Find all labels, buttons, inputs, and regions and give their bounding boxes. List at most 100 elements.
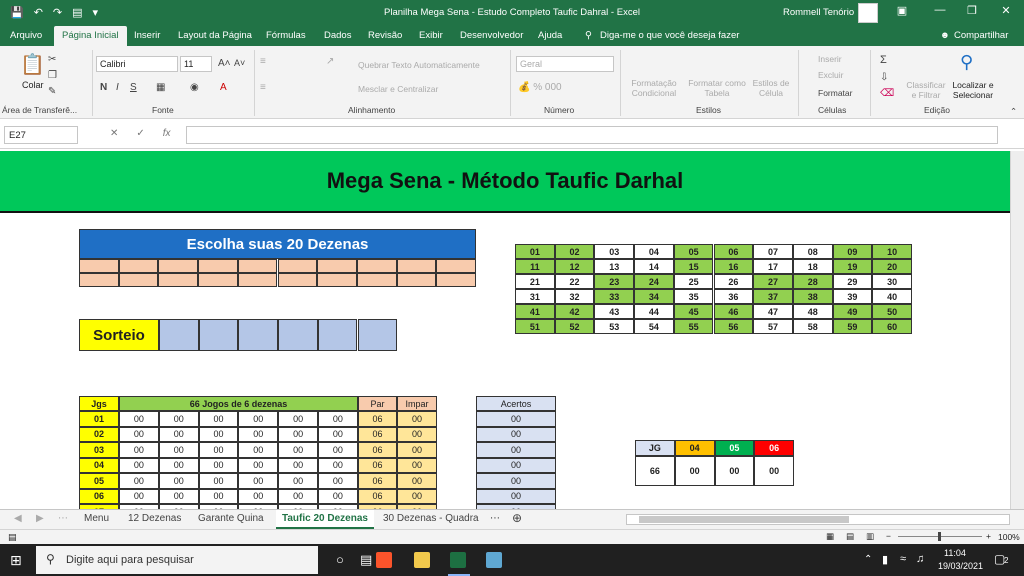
number-grid-cell[interactable]: 03 (594, 244, 635, 259)
game-dezena-cell[interactable]: 00 (119, 457, 159, 473)
taskbar-search[interactable]: ⚲ Digite aqui para pesquisar (36, 546, 318, 574)
zoom-in-button[interactable]: + (986, 531, 991, 541)
number-grid-cell[interactable]: 12 (554, 259, 595, 274)
number-grid-cell[interactable]: 40 (872, 289, 912, 304)
macro-record-icon[interactable]: ▤ (8, 532, 17, 543)
format-cells-button[interactable]: Formatar (818, 88, 852, 98)
number-grid-cell[interactable]: 48 (792, 304, 833, 319)
number-grid-cell[interactable]: 51 (515, 319, 555, 334)
number-grid-cell[interactable]: 59 (832, 319, 873, 334)
number-grid-cell[interactable]: 11 (515, 259, 555, 274)
number-grid-cell[interactable]: 45 (673, 304, 714, 319)
game-dezena-cell[interactable]: 00 (119, 488, 159, 504)
fx-icon[interactable]: fx (163, 128, 171, 139)
draw-cell[interactable] (198, 319, 239, 351)
game-dezena-cell[interactable]: 00 (318, 457, 358, 473)
pick-cell[interactable] (79, 273, 119, 287)
pick-cell[interactable] (198, 259, 238, 273)
pick-cell[interactable] (356, 259, 397, 273)
task-view-icon[interactable]: ▤ (360, 552, 372, 568)
battery-icon[interactable]: ▮ (882, 553, 888, 566)
tab-dados[interactable]: Dados (324, 30, 351, 41)
number-grid-cell[interactable]: 05 (673, 244, 714, 259)
sheet-tab-more-icon[interactable]: ⋯ (490, 513, 500, 524)
cut-icon[interactable]: ✂ (48, 54, 56, 65)
game-par-cell[interactable]: 06 (358, 442, 397, 458)
summary-value-cell[interactable]: 00 (754, 456, 794, 486)
number-grid-cell[interactable]: 57 (753, 319, 793, 334)
number-grid-cell[interactable]: 42 (554, 304, 595, 319)
zoom-level[interactable]: 100% (998, 532, 1020, 542)
number-grid-cell[interactable]: 13 (594, 259, 635, 274)
game-dezena-cell[interactable]: 00 (278, 473, 318, 489)
tab-exibir[interactable]: Exibir (419, 30, 443, 41)
game-dezena-cell[interactable]: 00 (238, 442, 279, 458)
align-top-icon[interactable]: ≡ (260, 56, 266, 67)
game-impar-cell[interactable]: 00 (397, 442, 437, 458)
number-grid-cell[interactable]: 58 (792, 319, 833, 334)
game-impar-cell[interactable]: 00 (397, 411, 437, 427)
game-dezena-cell[interactable]: 00 (238, 473, 279, 489)
wrap-text-button[interactable]: Quebrar Texto Automaticamente (358, 60, 480, 70)
game-acertos-cell[interactable]: 00 (476, 473, 556, 489)
horizontal-scroll-thumb[interactable] (639, 516, 849, 523)
number-grid-cell[interactable]: 28 (792, 274, 833, 289)
game-par-cell[interactable]: 06 (358, 473, 397, 489)
pick-cell[interactable] (79, 259, 119, 273)
number-grid-cell[interactable]: 41 (515, 304, 555, 319)
pick-cell[interactable] (277, 273, 318, 287)
game-acertos-cell[interactable]: 00 (476, 411, 556, 427)
game-dezena-cell[interactable]: 00 (238, 426, 279, 442)
number-grid-cell[interactable]: 37 (753, 289, 793, 304)
game-dezena-cell[interactable]: 00 (158, 411, 199, 427)
game-impar-cell[interactable]: 00 (397, 426, 437, 442)
paint-icon[interactable] (486, 552, 502, 568)
game-dezena-cell[interactable]: 00 (198, 473, 239, 489)
game-acertos-cell[interactable]: 00 (476, 426, 556, 442)
number-grid-cell[interactable]: 39 (832, 289, 873, 304)
game-number-cell[interactable]: 02 (79, 426, 119, 442)
font-size-select[interactable]: 11 (180, 56, 212, 72)
zoom-slider[interactable] (898, 532, 982, 541)
summary-header-cell[interactable]: 06 (754, 440, 794, 456)
page-layout-icon[interactable]: ▤ (846, 531, 854, 542)
number-grid-cell[interactable]: 01 (515, 244, 555, 259)
game-dezena-cell[interactable]: 00 (318, 488, 358, 504)
number-grid-cell[interactable]: 17 (753, 259, 793, 274)
game-dezena-cell[interactable]: 00 (158, 442, 199, 458)
game-dezena-cell[interactable]: 00 (198, 457, 239, 473)
summary-header-cell[interactable]: JG (635, 440, 675, 456)
tab-arquivo[interactable]: Arquivo (10, 30, 42, 41)
tab-formulas[interactable]: Fórmulas (266, 30, 306, 41)
number-grid-cell[interactable]: 60 (872, 319, 912, 334)
number-grid-cell[interactable]: 46 (713, 304, 754, 319)
summary-header-cell[interactable]: 05 (714, 440, 755, 456)
autosum-icon[interactable]: Σ (880, 54, 887, 66)
pick-cell[interactable] (237, 273, 278, 287)
number-grid-cell[interactable]: 43 (594, 304, 635, 319)
number-grid-cell[interactable]: 23 (594, 274, 635, 289)
cell-styles-button[interactable]: Estilos de Célula (750, 78, 792, 98)
tab-pagina-inicial[interactable]: Página Inicial (54, 26, 127, 46)
font-grow-icon[interactable]: A˄ (218, 58, 231, 69)
clock-time[interactable]: 11:04 (944, 548, 966, 558)
game-dezena-cell[interactable]: 00 (238, 457, 279, 473)
horizontal-scrollbar[interactable] (626, 514, 1010, 525)
game-number-cell[interactable]: 04 (79, 457, 119, 473)
number-grid-cell[interactable]: 53 (594, 319, 635, 334)
game-dezena-cell[interactable]: 00 (318, 473, 358, 489)
pick-cell[interactable] (158, 259, 199, 273)
merge-center-button[interactable]: Mesclar e Centralizar (358, 84, 438, 94)
pick-cell[interactable] (436, 259, 476, 273)
game-acertos-cell[interactable]: 00 (476, 457, 556, 473)
summary-value-cell[interactable]: 00 (714, 456, 755, 486)
number-grid-cell[interactable]: 26 (713, 274, 754, 289)
game-par-cell[interactable]: 06 (358, 411, 397, 427)
number-grid-cell[interactable]: 15 (673, 259, 714, 274)
game-par-cell[interactable]: 06 (358, 488, 397, 504)
game-number-cell[interactable]: 06 (79, 488, 119, 504)
insert-cells-button[interactable]: Inserir (818, 54, 842, 64)
cancel-icon[interactable]: ✕ (110, 128, 118, 139)
page-break-icon[interactable]: ▥ (866, 531, 874, 542)
number-grid-cell[interactable]: 14 (634, 259, 674, 274)
